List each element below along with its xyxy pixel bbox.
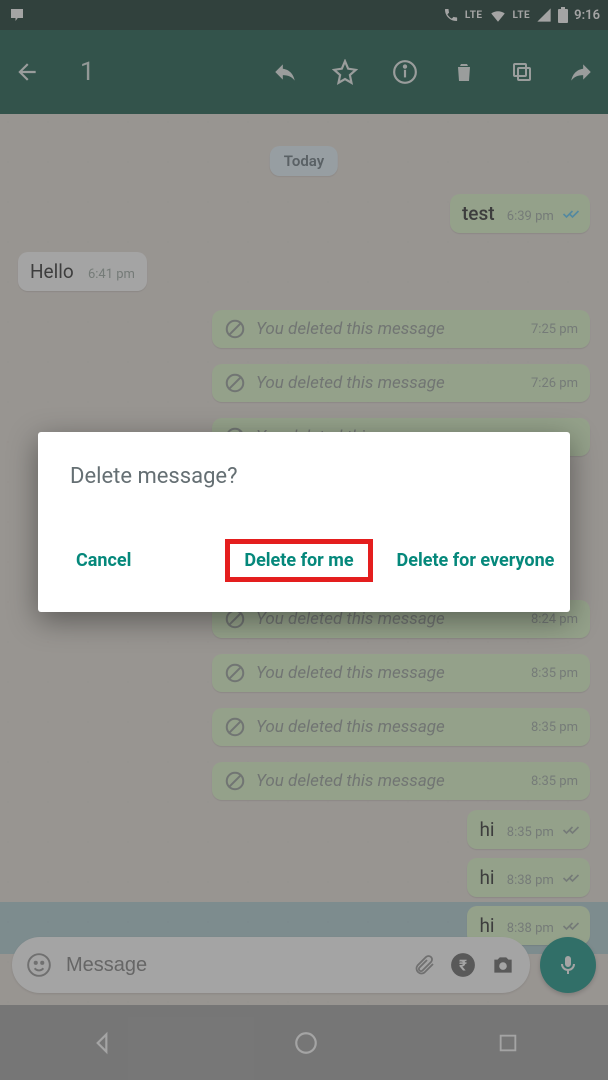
dialog-title: Delete message? — [38, 432, 570, 489]
cancel-button[interactable]: Cancel — [62, 542, 145, 579]
delete-dialog: Delete message? Cancel Delete for me Del… — [38, 432, 570, 612]
delete-for-everyone-button[interactable]: Delete for everyone — [383, 542, 569, 579]
delete-for-me-button[interactable]: Delete for me — [225, 539, 372, 582]
